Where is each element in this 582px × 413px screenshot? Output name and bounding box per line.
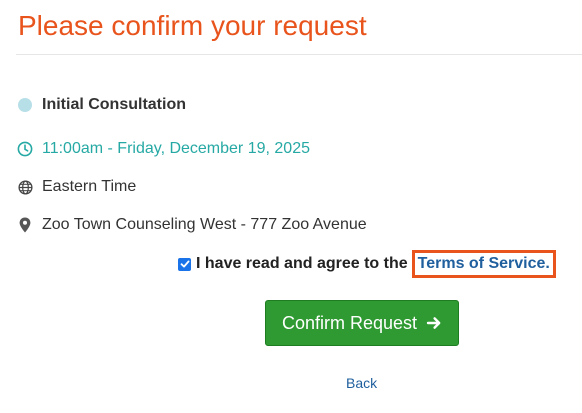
service-dot-icon: [17, 97, 33, 113]
confirm-request-button[interactable]: Confirm Request: [265, 300, 459, 346]
globe-icon: [17, 179, 33, 195]
timezone-text: Eastern Time: [42, 178, 137, 195]
confirm-request-page: Please confirm your request Initial Cons…: [0, 0, 582, 413]
terms-checkbox[interactable]: [178, 257, 191, 271]
location-row: Zoo Town Counseling West - 777 Zoo Avenu…: [17, 215, 367, 235]
terms-of-service-link[interactable]: Terms of Service.: [411, 250, 556, 278]
page-title: Please confirm your request: [18, 10, 367, 41]
terms-agreement: I have read and agree to the Terms of Se…: [178, 250, 556, 278]
clock-icon: [17, 141, 33, 157]
title-divider: [16, 54, 582, 55]
arrow-right-icon: [426, 315, 442, 331]
back-link[interactable]: Back: [346, 375, 377, 391]
timezone-row: Eastern Time: [17, 177, 136, 197]
appointment-datetime: 11:00am - Friday, December 19, 2025: [42, 140, 310, 157]
map-marker-icon: [17, 217, 33, 233]
service-row: Initial Consultation: [17, 95, 186, 115]
datetime-row: 11:00am - Friday, December 19, 2025: [17, 139, 310, 159]
terms-agreement-label: I have read and agree to the: [196, 255, 408, 272]
service-name: Initial Consultation: [42, 96, 186, 113]
confirm-request-label: Confirm Request: [281, 312, 418, 333]
location-text: Zoo Town Counseling West - 777 Zoo Avenu…: [42, 216, 367, 233]
